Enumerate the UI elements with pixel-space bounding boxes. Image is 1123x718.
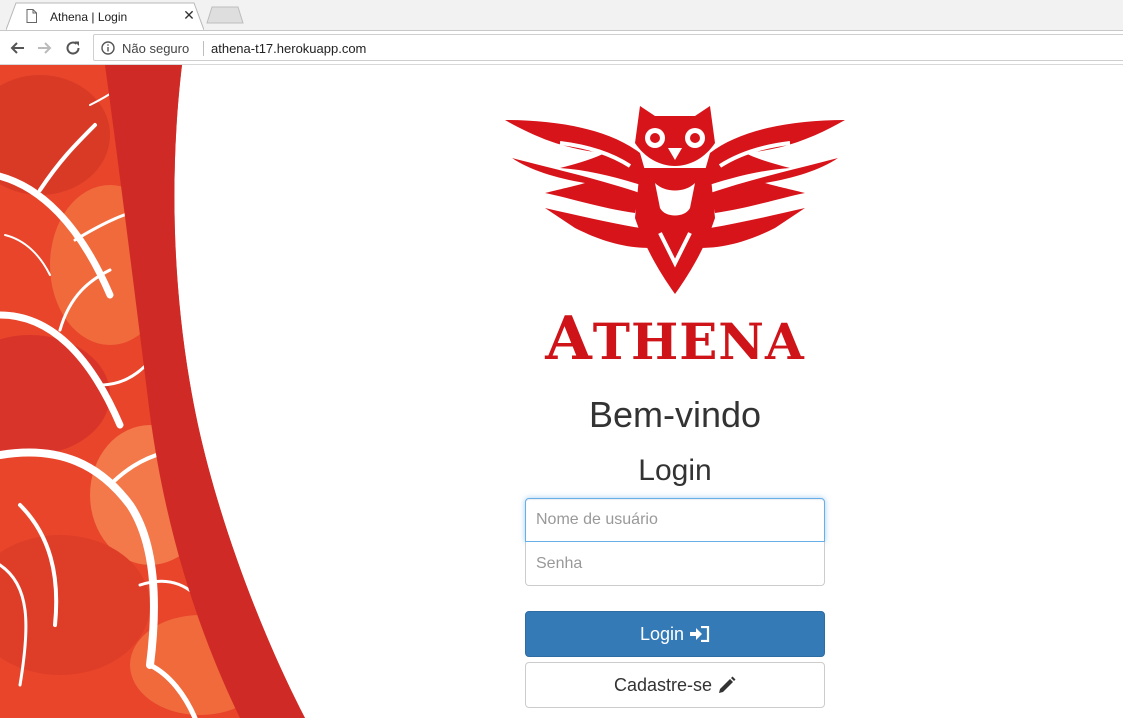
browser-tab-active[interactable]: Athena | Login ✕	[6, 2, 204, 30]
address-bar[interactable]: Não seguro athena-t17.herokuapp.com	[93, 34, 1123, 61]
register-button-label: Cadastre-se	[613, 674, 713, 695]
login-heading: Login	[638, 454, 712, 487]
address-separator	[203, 41, 204, 56]
sign-in-icon	[690, 626, 710, 642]
page-icon	[26, 9, 37, 23]
pencil-icon	[719, 676, 736, 693]
forward-arrow-icon	[38, 42, 52, 54]
browser-tab-bar: Athena | Login ✕	[0, 0, 1123, 31]
reload-icon	[66, 41, 80, 55]
browser-toolbar: Não seguro athena-t17.herokuapp.com	[0, 31, 1123, 65]
login-button[interactable]: Login	[525, 611, 825, 657]
owl-logo	[505, 106, 845, 294]
password-input[interactable]	[525, 542, 825, 586]
username-input[interactable]	[525, 498, 825, 542]
decorative-side-art	[0, 65, 305, 718]
url-text[interactable]: athena-t17.herokuapp.com	[211, 41, 366, 56]
forward-button[interactable]	[35, 38, 55, 58]
welcome-heading: Bem-vindo	[588, 394, 762, 435]
login-button-label: Login	[639, 623, 685, 644]
reload-button[interactable]	[63, 38, 83, 58]
info-icon[interactable]	[101, 41, 115, 55]
brand-title: ATHENA	[545, 304, 805, 374]
tab-title: Athena | Login	[50, 10, 128, 24]
new-tab-button[interactable]	[206, 6, 244, 24]
back-arrow-icon	[10, 42, 24, 54]
register-button[interactable]: Cadastre-se	[525, 662, 825, 708]
security-label: Não seguro	[122, 41, 190, 56]
back-button[interactable]	[7, 38, 27, 58]
tab-close-icon[interactable]: ✕	[182, 8, 196, 22]
